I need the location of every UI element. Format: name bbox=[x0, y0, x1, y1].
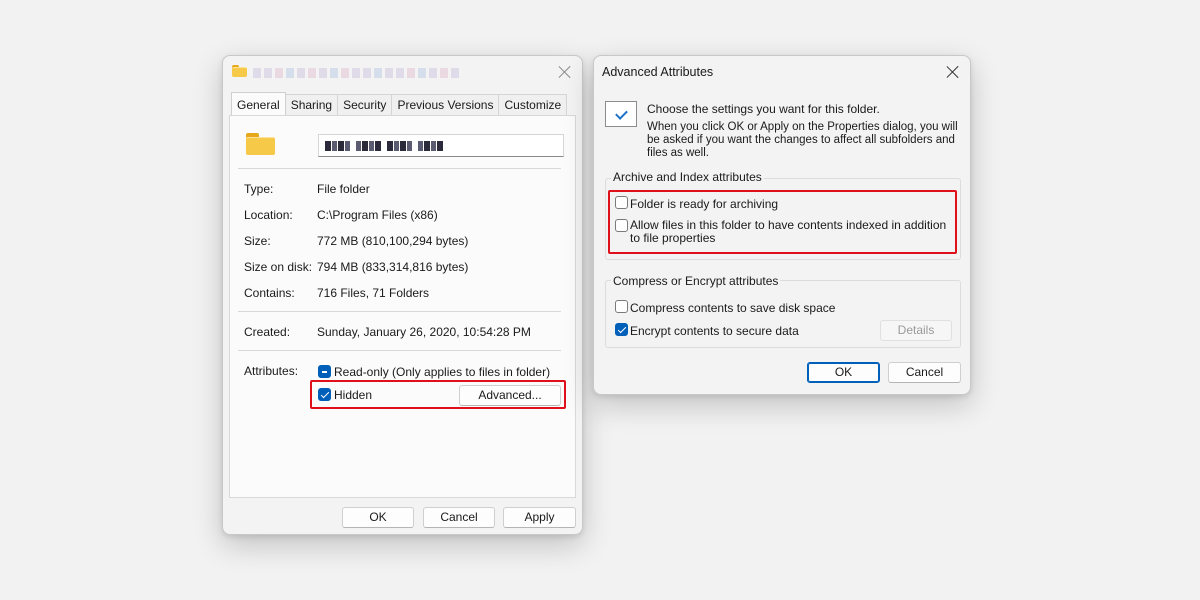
hidden-checkbox[interactable] bbox=[318, 388, 331, 401]
tab-general[interactable]: General bbox=[231, 92, 286, 115]
properties-titlebar[interactable] bbox=[223, 56, 582, 88]
tab-previous-versions[interactable]: Previous Versions bbox=[391, 94, 500, 115]
encrypt-label: Encrypt contents to secure data bbox=[630, 324, 799, 338]
tab-sharing[interactable]: Sharing bbox=[284, 94, 339, 115]
encrypt-checkbox[interactable] bbox=[615, 323, 628, 336]
separator bbox=[238, 168, 561, 169]
indexing-checkbox[interactable] bbox=[615, 219, 628, 232]
advanced-button[interactable]: Advanced... bbox=[459, 385, 561, 406]
compress-label: Compress contents to save disk space bbox=[630, 301, 836, 315]
created-label: Created: bbox=[244, 325, 291, 339]
ok-button[interactable]: OK bbox=[342, 507, 414, 528]
archiving-checkbox[interactable] bbox=[615, 196, 628, 209]
advanced-attributes-dialog: Advanced Attributes Choose the settings … bbox=[593, 55, 971, 395]
blurred-folder-title bbox=[253, 68, 459, 78]
location-label: Location: bbox=[244, 208, 293, 222]
type-label: Type: bbox=[244, 182, 274, 196]
folder-icon bbox=[232, 65, 247, 77]
intro-text: Choose the settings you want for this fo… bbox=[647, 102, 880, 116]
attributes-label: Attributes: bbox=[244, 364, 299, 378]
blurred-folder-name bbox=[325, 141, 448, 151]
checkmark-icon bbox=[605, 101, 637, 127]
separator bbox=[238, 311, 561, 312]
compress-checkbox[interactable] bbox=[615, 300, 628, 313]
location-value: C:\Program Files (x86) bbox=[317, 208, 438, 222]
folder-properties-dialog: General Sharing Security Previous Versio… bbox=[222, 55, 583, 535]
readonly-label: Read-only (Only applies to files in fold… bbox=[334, 365, 551, 379]
separator bbox=[238, 350, 561, 351]
details-button[interactable]: Details bbox=[880, 320, 952, 341]
properties-tabs: General Sharing Security Previous Versio… bbox=[231, 92, 568, 116]
folder-name-input[interactable] bbox=[318, 134, 564, 157]
hidden-label: Hidden bbox=[334, 388, 373, 402]
tab-customize[interactable]: Customize bbox=[498, 94, 568, 115]
compress-group-title: Compress or Encrypt attributes bbox=[611, 274, 781, 288]
size-on-disk-value: 794 MB (833,314,816 bytes) bbox=[317, 260, 469, 274]
archive-group-title: Archive and Index attributes bbox=[611, 170, 764, 184]
cancel-button[interactable]: Cancel bbox=[423, 507, 495, 528]
readonly-checkbox[interactable] bbox=[318, 365, 331, 378]
archiving-label: Folder is ready for archiving bbox=[630, 197, 779, 211]
dialog-title: Advanced Attributes bbox=[602, 65, 714, 79]
created-value: Sunday, January 26, 2020, 10:54:28 PM bbox=[317, 325, 531, 339]
general-tab-panel: Type: File folder Location: C:\Program F… bbox=[229, 115, 576, 498]
size-label: Size: bbox=[244, 234, 271, 248]
ok-button[interactable]: OK bbox=[807, 362, 880, 383]
intro-detail-text: When you click OK or Apply on the Proper… bbox=[647, 121, 958, 159]
close-icon[interactable] bbox=[946, 65, 960, 79]
cancel-button[interactable]: Cancel bbox=[888, 362, 961, 383]
contains-value: 716 Files, 71 Folders bbox=[317, 286, 430, 300]
contains-label: Contains: bbox=[244, 286, 295, 300]
type-value: File folder bbox=[317, 182, 370, 196]
indexing-label: Allow files in this folder to have conte… bbox=[630, 218, 947, 245]
size-value: 772 MB (810,100,294 bytes) bbox=[317, 234, 469, 248]
size-on-disk-label: Size on disk: bbox=[244, 260, 313, 274]
tab-security[interactable]: Security bbox=[337, 94, 393, 115]
advanced-titlebar[interactable]: Advanced Attributes bbox=[594, 56, 970, 88]
folder-icon bbox=[246, 133, 275, 155]
apply-button[interactable]: Apply bbox=[503, 507, 576, 528]
close-icon[interactable] bbox=[558, 65, 572, 79]
